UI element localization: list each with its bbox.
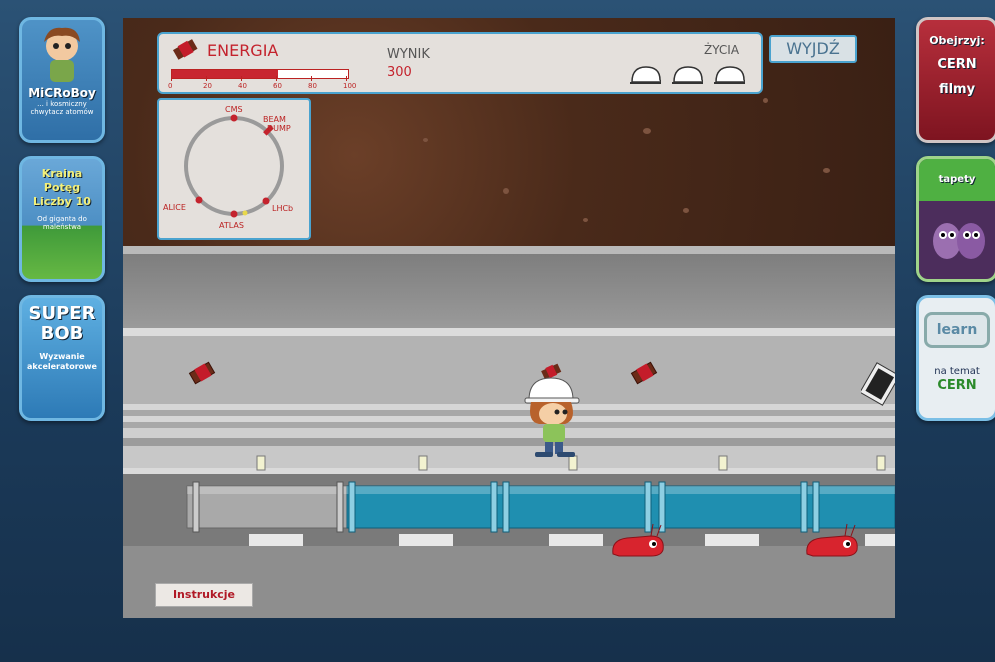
lives-label: ŻYCIA bbox=[704, 43, 740, 57]
rail-posts bbox=[256, 455, 886, 471]
chocolate-pickup-icon bbox=[630, 361, 658, 385]
kraina-game-link[interactable]: Kraina Potęg Liczby 10 Od giganta do mal… bbox=[19, 156, 105, 282]
beam-dump-label-2: DUMP bbox=[267, 124, 291, 133]
energy-tick-label: 40 bbox=[238, 82, 247, 90]
exit-button[interactable]: WYJDŹ bbox=[769, 35, 857, 63]
instructions-button[interactable]: Instrukcje bbox=[155, 583, 253, 607]
score-value: 300 bbox=[387, 65, 412, 80]
page-background: MiCRoBoy ... i kosmiczny chwytacz atomów… bbox=[0, 0, 995, 662]
chocolate-pickup-icon bbox=[188, 361, 216, 385]
energy-tick-mark bbox=[171, 76, 172, 81]
energy-tick-label: 0 bbox=[168, 82, 173, 90]
energy-tick-label: 100 bbox=[343, 82, 357, 90]
wallpapers-label: tapety bbox=[938, 174, 976, 185]
energy-tick-label: 60 bbox=[273, 82, 282, 90]
lhcb-marker bbox=[262, 197, 270, 205]
cms-marker bbox=[230, 114, 238, 122]
debris-panel-icon bbox=[861, 362, 895, 406]
atlas-marker bbox=[230, 210, 238, 218]
kraina-subtitle: Od giganta do maleństwa bbox=[37, 215, 87, 231]
beam-pipe bbox=[186, 481, 895, 546]
helmet-life-icon bbox=[672, 66, 703, 84]
alice-label: ALICE bbox=[163, 203, 186, 212]
energy-tick-mark bbox=[276, 76, 277, 81]
wallpapers-link[interactable]: tapety bbox=[916, 156, 995, 282]
superbob-subtitle: Wyzwanie akceleratorowe bbox=[27, 352, 97, 371]
energy-tick-mark bbox=[311, 76, 312, 81]
hud-panel: ENERGIA 0 20 40 60 80 100 WYNIK 300 ŻYCIA bbox=[157, 32, 763, 94]
cms-label: CMS bbox=[225, 105, 243, 114]
alice-marker bbox=[195, 196, 203, 204]
lhcb-label: LHCb bbox=[272, 204, 293, 213]
monster-characters-icon bbox=[933, 223, 985, 259]
energy-bar-fill bbox=[172, 70, 278, 78]
energy-tick-label: 80 bbox=[308, 82, 317, 90]
kraina-title: Kraina Potęg Liczby 10 bbox=[33, 167, 91, 208]
cern-films-line1: Obejrzyj: bbox=[929, 34, 985, 47]
cern-films-line2: CERN bbox=[937, 57, 977, 72]
helmet-life-icon bbox=[630, 66, 661, 84]
helmet-life-icon bbox=[714, 66, 745, 84]
lhc-ring-map: CMS BEAM DUMP ALICE ATLAS LHCb bbox=[163, 105, 293, 230]
red-slug-enemy bbox=[612, 523, 664, 557]
microboy-title: MiCRoBoy bbox=[28, 86, 96, 100]
superbob-game-link[interactable]: SUPER BOB Wyzwanie akceleratorowe bbox=[19, 295, 105, 421]
superbob-title: SUPER BOB bbox=[28, 303, 96, 344]
chocolate-energy-icon bbox=[172, 39, 198, 60]
energy-tick-label: 20 bbox=[203, 82, 212, 90]
player-character bbox=[524, 377, 580, 457]
game-viewport[interactable]: ENERGIA 0 20 40 60 80 100 WYNIK 300 ŻYCIA WYJ… bbox=[123, 18, 895, 618]
microboy-character-icon bbox=[44, 27, 80, 82]
energy-bar bbox=[171, 69, 349, 79]
atlas-label: ATLAS bbox=[219, 221, 244, 230]
score-label: WYNIK bbox=[387, 47, 430, 62]
energy-tick-mark bbox=[346, 76, 347, 81]
cern-films-line3: filmy bbox=[938, 82, 976, 97]
player-position-marker bbox=[242, 210, 248, 216]
learn-line2: CERN bbox=[937, 378, 977, 393]
energy-tick-mark bbox=[206, 76, 207, 81]
energy-tick-mark bbox=[241, 76, 242, 81]
cern-films-link[interactable]: Obejrzyj: CERN filmy bbox=[916, 17, 995, 143]
learn-line1: na temat bbox=[934, 366, 980, 377]
learn-logo: learn bbox=[924, 312, 990, 348]
accelerator-tunnel bbox=[123, 246, 895, 618]
microboy-game-link[interactable]: MiCRoBoy ... i kosmiczny chwytacz atomów bbox=[19, 17, 105, 143]
red-slug-enemy bbox=[806, 523, 858, 557]
microboy-subtitle: ... i kosmiczny chwytacz atomów bbox=[30, 100, 94, 116]
beam-dump-label-1: BEAM bbox=[263, 115, 286, 124]
wallpapers-header: tapety bbox=[919, 159, 995, 201]
accelerator-minimap: CMS BEAM DUMP ALICE ATLAS LHCb bbox=[157, 98, 311, 240]
energy-label: ENERGIA bbox=[207, 41, 279, 60]
learn-about-cern-link[interactable]: learn na temat CERN bbox=[916, 295, 995, 421]
